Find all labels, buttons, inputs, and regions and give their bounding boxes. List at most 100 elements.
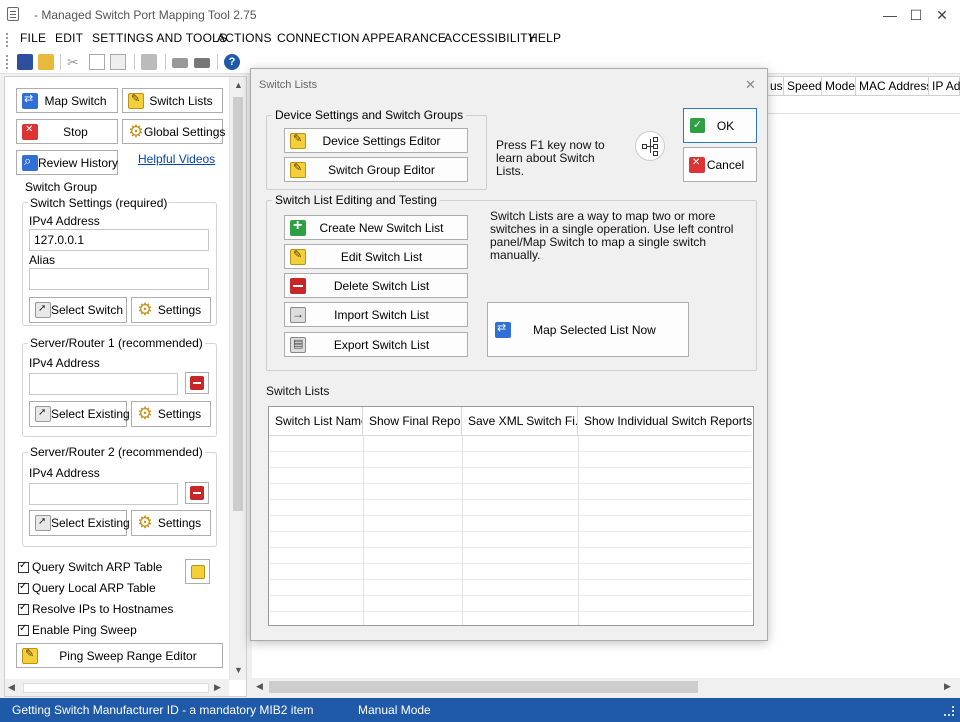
left-control-panel: Map Switch Switch Lists Stop ⚙ Global Se… xyxy=(4,76,247,697)
menu-file[interactable]: FILE xyxy=(20,31,46,45)
cut-icon[interactable]: ✂ xyxy=(67,54,83,70)
router2-ipv4-label: IPv4 Address xyxy=(29,466,100,480)
global-settings-button[interactable]: ⚙ Global Settings xyxy=(122,119,225,144)
column-header-ip-address[interactable]: IP Ad xyxy=(928,76,960,96)
stop-button[interactable]: Stop xyxy=(16,119,118,144)
cursor-icon xyxy=(35,515,51,531)
device-settings-editor-button[interactable]: Device Settings Editor xyxy=(284,128,468,153)
map-switch-button[interactable]: Map Switch xyxy=(16,88,118,113)
network-topology-icon[interactable] xyxy=(635,131,665,161)
notepad-icon xyxy=(22,647,38,664)
router1-remove-button[interactable] xyxy=(185,372,209,394)
app-icon[interactable] xyxy=(7,7,19,21)
switch-group-editor-button[interactable]: Switch Group Editor xyxy=(284,157,468,182)
close-button[interactable]: ✕ xyxy=(931,5,953,25)
ipv4-label: IPv4 Address xyxy=(29,214,100,228)
dialog-title: Switch Lists xyxy=(259,79,318,91)
router2-ipv4-input[interactable] xyxy=(29,483,178,505)
enable-ping-sweep-checkbox[interactable]: Enable Ping Sweep xyxy=(18,623,137,637)
paste-icon[interactable] xyxy=(110,54,126,70)
ping-sweep-editor-button[interactable]: Ping Sweep Range Editor xyxy=(16,643,223,668)
menu-connection[interactable]: CONNECTION xyxy=(277,31,360,45)
router2-select-existing-button[interactable]: Select Existing xyxy=(29,510,130,536)
scroll-left-arrow[interactable]: ◀ xyxy=(256,681,263,692)
cancel-button[interactable]: Cancel xyxy=(683,147,757,182)
menu-edit[interactable]: EDIT xyxy=(55,31,83,45)
toolbar-grip xyxy=(6,55,9,69)
switch-lists-button[interactable]: Switch Lists xyxy=(122,88,223,113)
table-row[interactable] xyxy=(766,96,960,114)
column-header-switch-list-name[interactable]: Switch List Name xyxy=(269,407,363,435)
help-icon[interactable]: ? xyxy=(224,54,240,70)
minimize-button[interactable]: — xyxy=(879,5,901,25)
router1-settings-button[interactable]: ⚙ Settings xyxy=(131,401,211,427)
search-icon xyxy=(22,153,38,171)
column-header-status[interactable]: us xyxy=(766,76,784,96)
scroll-right-arrow[interactable]: ▶ xyxy=(944,681,951,692)
scroll-thumb[interactable] xyxy=(269,681,698,693)
notepad-icon xyxy=(290,132,306,149)
column-header-show-final-report[interactable]: Show Final Report xyxy=(363,407,462,435)
network-device-icon[interactable] xyxy=(172,58,188,68)
copy-icon[interactable] xyxy=(89,54,105,70)
resolve-hostnames-checkbox[interactable]: Resolve IPs to Hostnames xyxy=(18,602,173,616)
router1-ipv4-input[interactable] xyxy=(29,373,178,395)
open-folder-icon[interactable] xyxy=(38,54,54,70)
resize-grip[interactable] xyxy=(944,706,954,716)
scroll-thumb[interactable] xyxy=(23,683,209,693)
menu-help[interactable]: HELP xyxy=(529,31,561,45)
router1-title: Server/Router 1 (recommended) xyxy=(28,336,205,350)
menu-accessibility[interactable]: ACCESSIBILITY xyxy=(444,31,536,45)
status-mode: Manual Mode xyxy=(358,703,431,717)
edit-switch-list-button[interactable]: Edit Switch List xyxy=(284,244,468,269)
remove-icon xyxy=(190,486,204,500)
export-switch-list-button[interactable]: Export Switch List xyxy=(284,332,468,357)
scroll-up-arrow[interactable]: ▲ xyxy=(230,80,247,90)
menu-appearance[interactable]: APPEARANCE xyxy=(362,31,446,45)
switch-list-editing-group-title: Switch List Editing and Testing xyxy=(272,193,440,207)
switch-device-icon[interactable] xyxy=(194,58,210,68)
toolbar-separator xyxy=(134,54,135,70)
map-selected-list-button[interactable]: Map Selected List Now xyxy=(487,302,689,357)
switch-settings-button[interactable]: ⚙ Settings xyxy=(131,297,211,323)
print-icon[interactable] xyxy=(141,54,157,70)
stop-icon xyxy=(22,123,38,140)
menu-actions[interactable]: ACTIONS xyxy=(217,31,272,45)
maximize-button[interactable]: ☐ xyxy=(905,5,927,25)
window-title: - Managed Switch Port Mapping Tool 2.75 xyxy=(34,8,257,22)
save-icon[interactable] xyxy=(17,54,33,70)
import-switch-list-button[interactable]: Import Switch List xyxy=(284,302,468,327)
helpful-videos-link[interactable]: Helpful Videos xyxy=(138,152,215,166)
scroll-down-arrow[interactable]: ▼ xyxy=(230,665,247,675)
router2-remove-button[interactable] xyxy=(185,482,209,504)
cursor-icon xyxy=(35,406,51,422)
router2-settings-button[interactable]: ⚙ Settings xyxy=(131,510,211,536)
lock-button[interactable] xyxy=(185,559,210,584)
ok-button[interactable]: ✓ OK xyxy=(683,108,757,143)
scroll-right-arrow[interactable]: ▶ xyxy=(214,682,221,693)
router1-select-existing-button[interactable]: Select Existing xyxy=(29,401,130,427)
select-switch-button[interactable]: Select Switch xyxy=(29,297,127,323)
column-header-speed[interactable]: Speed xyxy=(783,76,822,96)
delete-switch-list-button[interactable]: Delete Switch List xyxy=(284,273,468,298)
column-header-individual-reports[interactable]: Show Individual Switch Reports xyxy=(578,407,753,435)
create-switch-list-button[interactable]: Create New Switch List xyxy=(284,215,468,240)
switch-ipv4-input[interactable]: 127.0.0.1 xyxy=(29,229,209,251)
query-switch-arp-checkbox[interactable]: Query Switch ARP Table xyxy=(18,560,162,574)
toolbar-separator xyxy=(60,54,61,70)
query-local-arp-checkbox[interactable]: Query Local ARP Table xyxy=(18,581,156,595)
remove-icon xyxy=(190,376,204,390)
scroll-left-arrow[interactable]: ◀ xyxy=(8,682,15,693)
scroll-thumb[interactable] xyxy=(233,97,243,511)
menu-settings-and-tools[interactable]: SETTINGS AND TOOLS xyxy=(92,31,227,45)
left-horizontal-scrollbar[interactable]: ◀ ▶ xyxy=(5,679,229,696)
column-header-mac-address[interactable]: MAC Address xyxy=(855,76,932,96)
left-vertical-scrollbar[interactable]: ▲ ▼ xyxy=(229,77,246,680)
dialog-close-icon[interactable]: ✕ xyxy=(745,77,756,93)
column-header-mode[interactable]: Mode xyxy=(821,76,856,96)
main-horizontal-scrollbar[interactable]: ◀ ▶ xyxy=(252,678,960,696)
switch-lists-table[interactable]: Switch List Name Show Final Report Save … xyxy=(268,406,754,626)
review-history-button[interactable]: Review History xyxy=(16,150,118,175)
column-header-save-xml[interactable]: Save XML Switch Fi... xyxy=(462,407,578,435)
alias-input[interactable] xyxy=(29,268,209,290)
